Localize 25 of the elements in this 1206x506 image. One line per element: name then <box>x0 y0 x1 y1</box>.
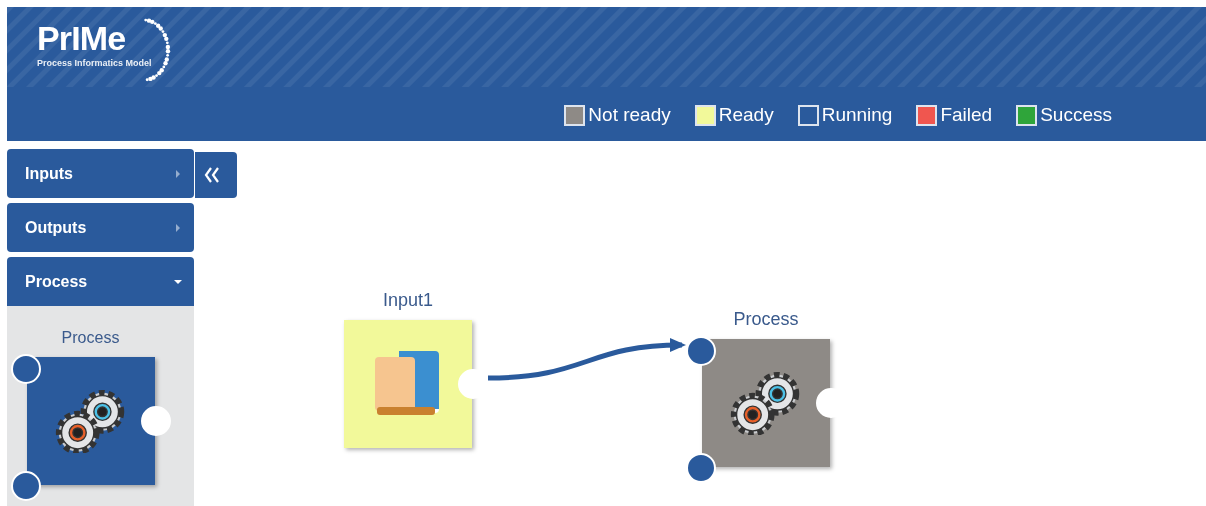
collapse-button[interactable] <box>195 152 237 198</box>
node-label: Process <box>733 308 799 331</box>
palette-label: Process <box>61 328 120 348</box>
accordion-header[interactable]: Outputs <box>7 203 194 252</box>
caret-down-icon <box>174 277 182 286</box>
node-label: Input1 <box>382 289 433 312</box>
process-node[interactable] <box>702 339 830 467</box>
legend-label: Not ready <box>588 103 671 127</box>
legend-label: Ready <box>718 103 774 127</box>
logo[interactable]: PrIMe Process Informatics Model <box>37 17 176 83</box>
connection-port[interactable] <box>10 471 41 501</box>
connection-port[interactable] <box>686 336 716 366</box>
legend-label: Failed <box>940 103 993 127</box>
accordion-header[interactable]: Process <box>7 257 194 306</box>
accordion-header[interactable]: Inputs <box>7 149 194 198</box>
input-node[interactable] <box>344 320 472 448</box>
logo-subtitle: Process Informatics Model <box>37 57 152 69</box>
legend-label: Running <box>821 103 893 127</box>
process-node[interactable] <box>26 357 155 485</box>
caret-right-icon <box>174 169 182 178</box>
caret-right-icon <box>174 223 182 232</box>
logo-title: PrIMe <box>37 19 127 57</box>
double-chevron-left-icon <box>203 165 221 185</box>
legend-label: Success <box>1040 103 1112 127</box>
connection-port[interactable] <box>10 354 41 384</box>
